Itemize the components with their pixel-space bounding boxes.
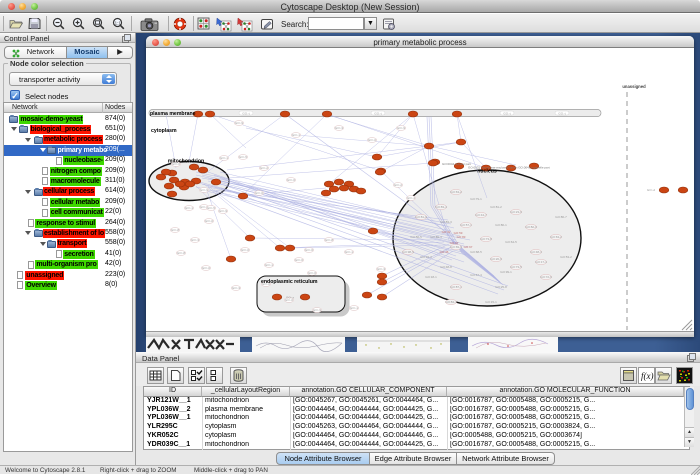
svg-text:endoplasmic reticulum: endoplasmic reticulum xyxy=(261,279,318,285)
svg-text:GO:-3: GO:-3 xyxy=(232,286,240,290)
svg-text:GO:-3: GO:-3 xyxy=(191,238,199,242)
svg-text:GO:83-4: GO:83-4 xyxy=(435,205,447,209)
svg-text:GO:86-7: GO:86-7 xyxy=(555,215,567,219)
svg-text:GO:-j: GO:-j xyxy=(503,111,510,115)
svg-text:GO:-z: GO:-z xyxy=(286,296,294,300)
svg-text:GO:50-5: GO:50-5 xyxy=(410,235,422,239)
svg-text:GO:-1: GO:-1 xyxy=(292,133,300,137)
svg-text:GO:79-1: GO:79-1 xyxy=(470,197,482,201)
svg-text:GO:73-8: GO:73-8 xyxy=(480,237,492,241)
svg-text:GO:81-2: GO:81-2 xyxy=(490,205,502,209)
svg-text:1:1: 1:1 xyxy=(115,20,122,25)
svg-text:GO:69-9: GO:69-9 xyxy=(450,245,462,249)
svg-text:GO:20-9: GO:20-9 xyxy=(490,257,502,261)
svg-text:GO:17-4: GO:17-4 xyxy=(535,260,547,264)
svg-text:GO:-1: GO:-1 xyxy=(220,156,228,160)
svg-text:GO:-1: GO:-1 xyxy=(265,263,273,267)
svg-text:GO:-9: GO:-9 xyxy=(313,308,321,312)
svg-text:GO:99-1: GO:99-1 xyxy=(500,270,512,274)
svg-text:cytoplasm: cytoplasm xyxy=(151,128,177,134)
svg-text:GO:-8: GO:-8 xyxy=(325,238,333,242)
svg-text:GO:68-5: GO:68-5 xyxy=(470,250,482,254)
svg-text:GO:23-9: GO:23-9 xyxy=(510,210,522,214)
svg-text:GO:-3: GO:-3 xyxy=(377,267,385,271)
svg-text:GO:83-3: GO:83-3 xyxy=(440,220,452,224)
svg-text:GO:25-8: GO:25-8 xyxy=(495,285,507,289)
svg-text:GO:-9: GO:-9 xyxy=(235,121,243,125)
svg-text:f(x): f(x) xyxy=(641,371,654,381)
svg-text:GO:-9: GO:-9 xyxy=(219,209,227,213)
svg-text:GO:-0: GO:-0 xyxy=(241,248,249,252)
svg-text:GO:67: GO:67 xyxy=(464,245,473,249)
svg-text:GO:89-3: GO:89-3 xyxy=(430,235,442,239)
svg-text:GO:-0: GO:-0 xyxy=(202,266,210,270)
svg-text:plasma membrane: plasma membrane xyxy=(150,111,196,117)
svg-text:GO:-1: GO:-1 xyxy=(185,206,193,210)
svg-text:GO:-1: GO:-1 xyxy=(345,250,353,254)
svg-text:GO:33-3: GO:33-3 xyxy=(420,255,432,259)
svg-text:GO:97: GO:97 xyxy=(450,241,459,245)
svg-text:GO:-3: GO:-3 xyxy=(335,126,343,130)
svg-text:GO:83: GO:83 xyxy=(457,235,466,239)
svg-text:GO:44-7: GO:44-7 xyxy=(475,213,487,217)
svg-text:GO:-5: GO:-5 xyxy=(239,155,247,159)
svg-text:GO:-6: GO:-6 xyxy=(287,178,295,182)
svg-text:GO:0031 membrane-enclosed lume: GO:0031 membrane-enclosed lumen GO:0043 … xyxy=(468,166,550,170)
svg-text:GO:18-1: GO:18-1 xyxy=(425,275,437,279)
svg-text:mitochondrion: mitochondrion xyxy=(168,159,204,165)
svg-text:GO:-0: GO:-0 xyxy=(205,219,213,223)
svg-text:GO:82-0: GO:82-0 xyxy=(525,225,537,229)
svg-text:GO:-2: GO:-2 xyxy=(394,183,402,187)
svg-text:GO:57-1: GO:57-1 xyxy=(460,223,472,227)
svg-text:GO:-6: GO:-6 xyxy=(305,248,313,252)
svg-text:GO:72-6: GO:72-6 xyxy=(540,275,552,279)
svg-text:GO:-j: GO:-j xyxy=(374,111,381,115)
svg-text:GO:48-8: GO:48-8 xyxy=(440,265,452,269)
svg-text:GO:46: GO:46 xyxy=(440,250,449,254)
svg-text:GO:-j: GO:-j xyxy=(558,111,565,115)
svg-text:GO:-6: GO:-6 xyxy=(295,258,303,262)
svg-text:GO:81-9: GO:81-9 xyxy=(415,215,427,219)
svg-text:GO:87-1: GO:87-1 xyxy=(450,285,462,289)
svg-text:GO:-1: GO:-1 xyxy=(350,306,358,310)
svg-text:GO:-9: GO:-9 xyxy=(397,126,405,130)
svg-text:GO:-9: GO:-9 xyxy=(200,188,208,192)
svg-text:unassigned: unassigned xyxy=(622,84,646,89)
svg-text:GO:-2: GO:-2 xyxy=(260,166,268,170)
svg-text:GO:-d: GO:-d xyxy=(647,188,655,192)
svg-text:GO:-0: GO:-0 xyxy=(368,138,376,142)
svg-text:GO:59: GO:59 xyxy=(454,231,463,235)
svg-text:GO:-0: GO:-0 xyxy=(255,191,263,195)
svg-text:GO:-8: GO:-8 xyxy=(177,251,185,255)
svg-text:GO:84-7: GO:84-7 xyxy=(445,300,457,304)
svg-text:GO:98-5: GO:98-5 xyxy=(402,250,414,254)
svg-text:GO:-4: GO:-4 xyxy=(407,196,415,200)
svg-text:GO:15-1: GO:15-1 xyxy=(485,300,497,304)
svg-text:GO:0044 nuclear part: GO:0044 nuclear part xyxy=(442,162,471,166)
svg-text:GO:-8: GO:-8 xyxy=(171,228,179,232)
svg-text:GO:-6: GO:-6 xyxy=(308,271,316,275)
svg-text:GO:92: GO:92 xyxy=(442,230,451,234)
svg-text:GO:63-2: GO:63-2 xyxy=(450,190,462,194)
svg-text:GO:80-1: GO:80-1 xyxy=(495,223,507,227)
svg-text:GO:73-5: GO:73-5 xyxy=(510,265,522,269)
svg-text:GO:48-3: GO:48-3 xyxy=(530,250,542,254)
svg-text:GO:-j: GO:-j xyxy=(242,111,249,115)
svg-text:GO:64-5: GO:64-5 xyxy=(505,240,517,244)
svg-text:GO:67-4: GO:67-4 xyxy=(470,273,482,277)
svg-text:GO:-5: GO:-5 xyxy=(207,206,215,210)
svg-text:GO:63-2: GO:63-2 xyxy=(550,235,562,239)
svg-text:GO:53-2: GO:53-2 xyxy=(560,255,572,259)
